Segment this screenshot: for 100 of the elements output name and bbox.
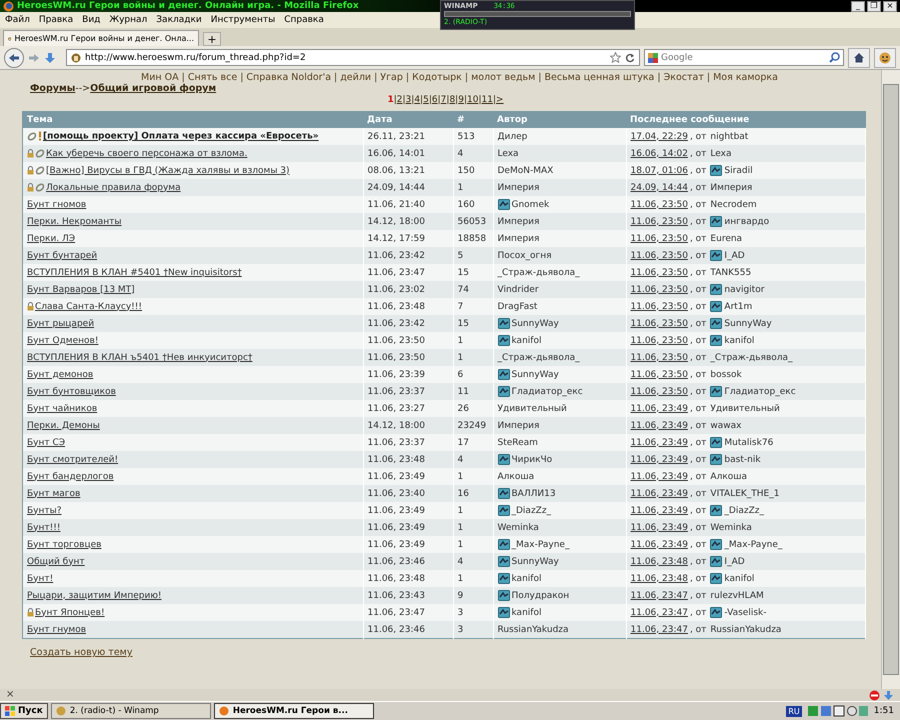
page-link[interactable]: 11 xyxy=(482,95,493,105)
vertical-scrollbar[interactable] xyxy=(881,70,900,689)
menu-item[interactable]: Правка xyxy=(38,15,74,25)
last-post-link[interactable]: 11.06, 23:47 xyxy=(630,624,688,634)
last-post-link[interactable]: 11.06, 23:50 xyxy=(630,216,688,226)
menu-link[interactable]: Угар xyxy=(380,72,403,83)
last-post-link[interactable]: 11.06, 23:48 xyxy=(630,556,688,566)
menu-link[interactable]: Моя каморка xyxy=(713,72,778,83)
page-link[interactable]: 7 xyxy=(440,95,446,105)
taskbar-button[interactable]: 2. (radio-t) - Winamp xyxy=(50,703,211,719)
topic-link[interactable]: Бунт бандерлогов xyxy=(27,472,114,482)
page-link[interactable]: 3 xyxy=(406,95,412,105)
search-field[interactable]: Google xyxy=(644,49,844,66)
menu-item[interactable]: Закладки xyxy=(156,15,202,25)
minimize-button[interactable]: _ xyxy=(851,0,865,12)
close-findbar-button[interactable]: × xyxy=(6,690,14,700)
create-topic-link[interactable]: Создать новую тему xyxy=(30,647,132,658)
last-post-link[interactable]: 11.06, 23:49 xyxy=(630,404,688,414)
last-post-link[interactable]: 11.06, 23:50 xyxy=(630,250,688,260)
menu-link[interactable]: Мин ОА xyxy=(141,72,179,83)
topic-link[interactable]: Рыцари, защитим Империю! xyxy=(27,590,162,600)
topic-link[interactable]: Бунт Японцев! xyxy=(35,608,105,618)
menu-link[interactable]: молот ведьм xyxy=(471,72,536,83)
forward-arrow-icon[interactable] xyxy=(28,52,40,62)
back-button[interactable] xyxy=(4,48,24,68)
menu-item[interactable]: Вид xyxy=(82,15,100,25)
menu-item[interactable]: Файл xyxy=(5,15,30,25)
new-tab-button[interactable]: + xyxy=(203,32,221,46)
topic-link[interactable]: Перки. ЛЭ xyxy=(27,234,76,244)
last-post-link[interactable]: 11.06, 23:50 xyxy=(630,200,688,210)
menu-link[interactable]: дейли xyxy=(340,72,372,83)
topic-link[interactable]: Бунт чайников xyxy=(27,404,98,414)
last-post-link[interactable]: 11.06, 23:50 xyxy=(630,352,688,362)
browser-tab[interactable]: HeroesWM.ru Герои войны и денег. Онла... xyxy=(3,30,199,46)
last-post-link[interactable]: 11.06, 23:50 xyxy=(630,386,688,396)
menu-item[interactable]: Журнал xyxy=(109,15,148,25)
topic-link[interactable]: Общий бунт xyxy=(27,556,85,566)
page-link[interactable]: 10 xyxy=(467,95,478,105)
page-link[interactable]: 4 xyxy=(414,95,420,105)
last-post-link[interactable]: 11.06, 23:49 xyxy=(630,506,688,516)
last-post-link[interactable]: 11.06, 23:50 xyxy=(630,268,688,278)
last-post-link[interactable]: 11.06, 23:47 xyxy=(630,608,688,618)
page-link[interactable]: > xyxy=(496,95,504,105)
topic-link[interactable]: ВСТУПЛЕНИЯ В КЛАН ъ5401 †Нев инкуиситорс† xyxy=(27,352,252,362)
last-post-link[interactable]: 11.06, 23:47 xyxy=(630,590,688,600)
topic-link[interactable]: Бунт бунтовщиков xyxy=(27,386,116,396)
scrollbar-thumb[interactable] xyxy=(883,84,899,675)
page-link[interactable]: 9 xyxy=(458,95,464,105)
start-button[interactable]: Пуск xyxy=(0,703,48,719)
topic-link[interactable]: Бунт бунтарей xyxy=(27,250,98,260)
last-post-link[interactable]: 11.06, 23:50 xyxy=(630,234,688,244)
topic-link[interactable]: Слава Санта-Клаусу!!! xyxy=(35,302,142,312)
restore-button[interactable]: ❐ xyxy=(867,0,881,12)
topic-link[interactable]: [помощь проекту] Оплата через кассира «Евросеть» xyxy=(43,132,319,142)
menu-link[interactable]: Снять все xyxy=(188,72,238,83)
addon-button[interactable] xyxy=(874,48,896,68)
last-post-link[interactable]: 11.06, 23:49 xyxy=(630,522,688,532)
last-post-link[interactable]: 11.06, 23:49 xyxy=(630,488,688,498)
topic-link[interactable]: Бунт смотрителей! xyxy=(27,454,118,464)
topic-link[interactable]: Локальные правила форума xyxy=(46,182,181,192)
topic-link[interactable]: [Важно] Вирусы в ГВД (Жажда халявы и взломы 3) xyxy=(46,166,290,176)
last-post-link[interactable]: 11.06, 23:50 xyxy=(630,318,688,328)
page-link[interactable]: 6 xyxy=(432,95,438,105)
menu-link[interactable]: Весьма ценная штука xyxy=(544,72,654,83)
topic-link[interactable]: Бунт гнумов xyxy=(27,624,86,634)
download-arrow-icon[interactable] xyxy=(44,52,56,64)
topic-link[interactable]: Бунт!!! xyxy=(27,522,60,532)
topic-link[interactable]: Бунт магов xyxy=(27,488,80,498)
menu-link[interactable]: Экостат xyxy=(664,72,704,83)
menu-item[interactable]: Инструменты xyxy=(210,15,276,25)
last-post-link[interactable]: 11.06, 23:49 xyxy=(630,472,688,482)
last-post-link[interactable]: 11.06, 23:49 xyxy=(630,420,688,430)
topic-link[interactable]: Перки. Демоны xyxy=(27,420,100,430)
page-link[interactable]: 1 xyxy=(387,95,394,105)
menu-link[interactable]: Справка Noldor'a xyxy=(246,72,332,83)
last-post-link[interactable]: 24.09, 14:44 xyxy=(630,182,688,192)
topic-link[interactable]: Бунт Варваров [13 МТ] xyxy=(27,284,135,294)
topic-link[interactable]: Как уберечь своего персонажа от взлома. xyxy=(46,148,248,158)
last-post-link[interactable]: 18.07, 01:06 xyxy=(630,166,688,176)
close-button[interactable]: × xyxy=(883,0,897,12)
search-icon[interactable] xyxy=(829,52,840,63)
topic-link[interactable]: Бунт гномов xyxy=(27,200,86,210)
last-post-link[interactable]: 11.06, 23:48 xyxy=(630,574,688,584)
stop-sign-icon[interactable] xyxy=(869,690,880,700)
page-link[interactable]: 5 xyxy=(423,95,429,105)
menu-item[interactable]: Справка xyxy=(284,15,324,25)
topic-link[interactable]: Бунт торговцев xyxy=(27,540,102,550)
last-post-link[interactable]: 17.04, 22:29 xyxy=(630,132,688,142)
taskbar-button[interactable]: HeroesWM.ru Герои в... xyxy=(214,703,374,719)
last-post-link[interactable]: 11.06, 23:49 xyxy=(630,438,688,448)
last-post-link[interactable]: 11.06, 23:50 xyxy=(630,336,688,346)
topic-link[interactable]: Бунт! xyxy=(27,574,54,584)
last-post-link[interactable]: 16.06, 14:02 xyxy=(630,148,688,158)
topic-link[interactable]: Бунт СЭ xyxy=(27,438,66,448)
last-post-link[interactable]: 11.06, 23:49 xyxy=(630,454,688,464)
topic-link[interactable]: ВСТУПЛЕНИЯ В КЛАН #5401 †New inquisitors† xyxy=(27,268,242,278)
address-field[interactable]: http://www.heroeswm.ru/forum_thread.php?id=2 xyxy=(66,49,640,66)
player-seek-bar[interactable] xyxy=(444,11,631,17)
topic-link[interactable]: Бунт Одменов! xyxy=(27,336,98,346)
last-post-link[interactable]: 11.06, 23:49 xyxy=(630,540,688,550)
